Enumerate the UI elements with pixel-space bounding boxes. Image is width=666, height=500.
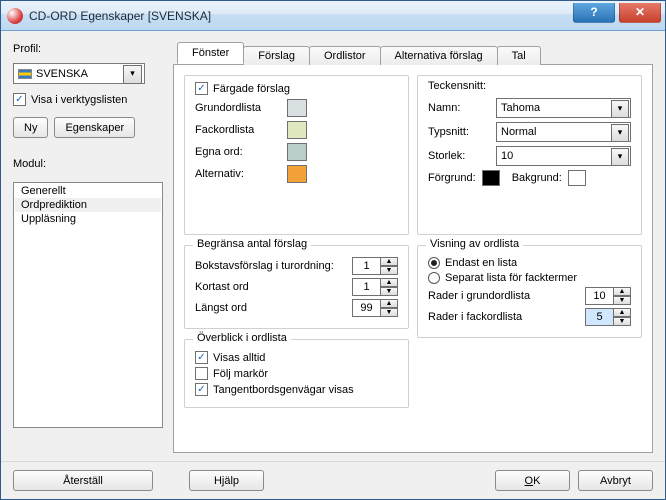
bg-color-swatch[interactable] (568, 170, 586, 186)
profile-value: SVENSKA (36, 68, 88, 80)
font-size-select[interactable]: 10 (496, 146, 631, 166)
colored-suggestions-label: Färgade förslag (213, 83, 290, 95)
spin-down-icon[interactable]: ▼ (380, 287, 398, 296)
shortest-spinner[interactable]: ▲▼ (352, 278, 398, 296)
reset-button[interactable]: Återställ (13, 470, 153, 491)
radio-icon (428, 272, 440, 284)
titlebar: CD-ORD Egenskaper [SVENSKA] ? ✕ (1, 1, 665, 31)
spin-down-icon[interactable]: ▼ (613, 296, 631, 305)
help-titlebar-button[interactable]: ? (573, 3, 615, 23)
single-list-radio[interactable]: Endast en lista (428, 257, 631, 269)
display-heading: Visning av ordlista (426, 238, 523, 250)
app-icon (7, 8, 23, 24)
font-style-select[interactable]: Normal (496, 122, 631, 142)
module-label: Modul: (13, 158, 163, 170)
font-name-select[interactable]: Tahoma (496, 98, 631, 118)
swatch-label: Fackordlista (195, 124, 277, 136)
spin-up-icon[interactable]: ▲ (380, 257, 398, 266)
list-item[interactable]: Ordprediktion (15, 198, 161, 212)
shortcuts-show-checkbox[interactable]: Tangentbordsgenvägar visas (195, 383, 398, 396)
font-name-label: Namn: (428, 102, 488, 114)
spin-down-icon[interactable]: ▼ (380, 266, 398, 275)
rows-base-label: Rader i grundordlista (428, 290, 530, 302)
checkbox-icon (195, 383, 208, 396)
longest-spinner[interactable]: ▲▼ (352, 299, 398, 317)
shortest-label: Kortast ord (195, 281, 249, 293)
module-listbox[interactable]: Generellt Ordprediktion Uppläsning (13, 182, 163, 428)
spin-down-icon[interactable]: ▼ (613, 317, 631, 326)
rows-fack-label: Rader i fackordlista (428, 311, 522, 323)
spin-up-icon[interactable]: ▲ (380, 278, 398, 287)
checkbox-icon (195, 367, 208, 380)
bg-label: Bakgrund: (512, 172, 562, 184)
overview-heading: Överblick i ordlista (193, 332, 291, 344)
fg-label: Förgrund: (428, 172, 476, 184)
color-swatch[interactable] (287, 121, 307, 139)
tab-suggest[interactable]: Förslag (243, 46, 310, 65)
close-button[interactable]: ✕ (619, 3, 661, 23)
list-item[interactable]: Uppläsning (15, 212, 161, 226)
help-button[interactable]: Hjälp (189, 470, 264, 491)
spin-up-icon[interactable]: ▲ (613, 287, 631, 296)
letters-spinner[interactable]: ▲▼ (352, 257, 398, 275)
font-size-label: Storlek: (428, 150, 488, 162)
tabstrip: Fönster Förslag Ordlistor Alternativa fö… (173, 41, 653, 65)
radio-icon (428, 257, 440, 269)
follow-cursor-checkbox[interactable]: Följ markör (195, 367, 398, 380)
color-swatch[interactable] (287, 165, 307, 183)
profile-select[interactable]: SVENSKA (13, 63, 145, 84)
always-show-checkbox[interactable]: Visas alltid (195, 351, 398, 364)
ok-button[interactable]: OK (495, 470, 570, 491)
show-in-toolbar-checkbox[interactable]: Visa i verktygslisten (13, 93, 163, 106)
tab-window[interactable]: Fönster (177, 42, 244, 64)
tab-wordlist[interactable]: Ordlistor (309, 46, 381, 65)
checkbox-icon (195, 82, 208, 95)
letters-label: Bokstavsförslag i turordning: (195, 260, 334, 272)
rows-fack-spinner[interactable]: ▲▼ (585, 308, 631, 326)
font-style-label: Typsnitt: (428, 126, 488, 138)
new-button[interactable]: Ny (13, 117, 48, 138)
color-swatch[interactable] (287, 143, 307, 161)
rows-base-spinner[interactable]: ▲▼ (585, 287, 631, 305)
fg-color-swatch[interactable] (482, 170, 500, 186)
tab-panel: Färgade förslag Grundordlista Fackordlis… (173, 65, 653, 453)
flag-icon (18, 69, 32, 79)
swatch-label: Grundordlista (195, 102, 277, 114)
spin-up-icon[interactable]: ▲ (613, 308, 631, 317)
tab-alt[interactable]: Alternativa förslag (380, 46, 498, 65)
list-item[interactable]: Generellt (15, 184, 161, 198)
swatch-label: Egna ord: (195, 146, 277, 158)
window-title: CD-ORD Egenskaper [SVENSKA] (29, 9, 211, 23)
limit-heading: Begränsa antal förslag (193, 238, 311, 250)
show-in-toolbar-label: Visa i verktygslisten (31, 94, 127, 106)
colored-suggestions-checkbox[interactable]: Färgade förslag (195, 82, 398, 95)
swatch-label: Alternativ: (195, 168, 277, 180)
color-swatch[interactable] (287, 99, 307, 117)
longest-label: Längst ord (195, 302, 247, 314)
profile-label: Profil: (13, 43, 163, 55)
properties-button[interactable]: Egenskaper (54, 117, 135, 138)
tab-speech[interactable]: Tal (497, 46, 541, 65)
separate-list-radio[interactable]: Separat lista för facktermer (428, 272, 631, 284)
spin-down-icon[interactable]: ▼ (380, 308, 398, 317)
checkbox-icon (195, 351, 208, 364)
spin-up-icon[interactable]: ▲ (380, 299, 398, 308)
font-heading: Teckensnitt: (428, 80, 631, 92)
cancel-button[interactable]: Avbryt (578, 470, 653, 491)
checkbox-icon (13, 93, 26, 106)
